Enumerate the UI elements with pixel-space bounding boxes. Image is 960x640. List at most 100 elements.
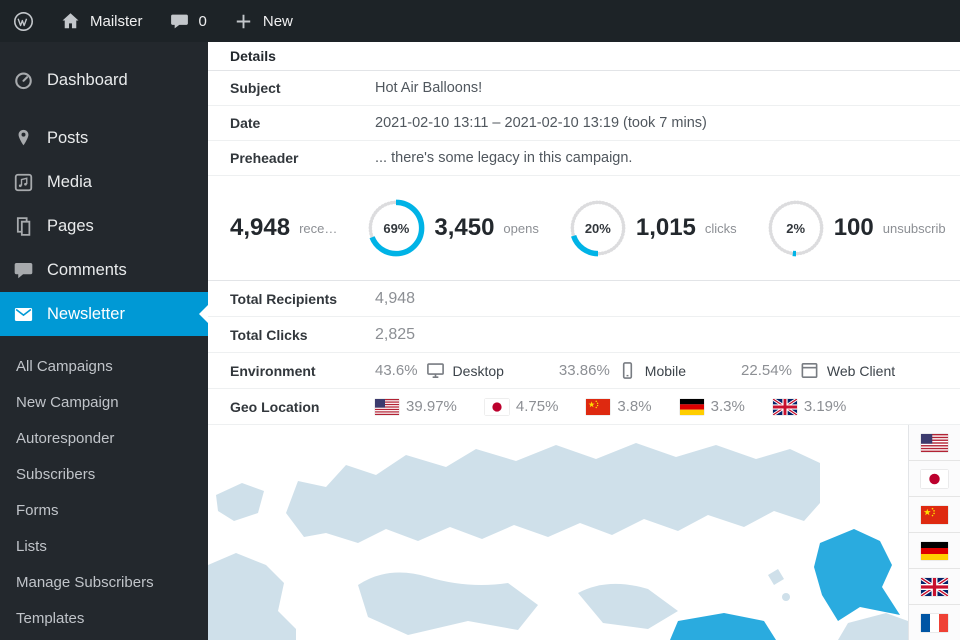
map-highlight-us xyxy=(670,613,776,640)
flag-de-icon xyxy=(679,398,704,415)
unsubscribes-percent: 2% xyxy=(786,220,806,236)
sidebar-item-label: Dashboard xyxy=(47,70,128,89)
flag-de-icon xyxy=(921,541,948,560)
map-highlight-alaska xyxy=(814,529,900,621)
unsubscribes-label: unsubscrib xyxy=(882,220,946,236)
clicks-donut-chart: 20% xyxy=(569,199,627,257)
site-name: Mailster xyxy=(90,12,143,30)
row-label: Preheader xyxy=(230,150,299,166)
total-clicks-value: 2,825 xyxy=(375,325,416,343)
opens-label: opens xyxy=(503,220,539,236)
sidebar-item-label: Newsletter xyxy=(47,304,125,323)
geo-item-jp: 4.75% xyxy=(484,398,558,415)
legend-row-jp xyxy=(909,461,960,497)
sidebar-item-manage-subscribers[interactable]: Manage Subscribers xyxy=(0,564,208,600)
environment-web-client: 22.54% Web Client xyxy=(741,361,895,380)
subject-row: Subject Hot Air Balloons! xyxy=(208,71,960,106)
opens-percent: 69% xyxy=(383,220,410,236)
total-clicks-row: Total Clicks 2,825 xyxy=(208,317,960,353)
environment-row: Environment 43.6% Desktop 33.86% Mobile xyxy=(208,353,960,389)
geo-map-section xyxy=(208,425,960,640)
submenu-label: All Campaigns xyxy=(16,357,113,375)
unsubscribes-count: 100 xyxy=(833,214,874,241)
browser-window-icon xyxy=(801,363,818,378)
sidebar-item-posts[interactable]: Posts xyxy=(0,116,208,160)
wordpress-menu-button[interactable] xyxy=(0,0,47,42)
flag-jp-icon xyxy=(921,469,948,488)
geo-legend-column xyxy=(908,425,960,640)
site-name-button[interactable]: Mailster xyxy=(47,0,156,42)
comment-bubble-icon xyxy=(170,14,188,28)
flag-gb-icon xyxy=(921,578,948,596)
row-label: Total Clicks xyxy=(230,326,308,343)
pin-icon xyxy=(18,129,29,145)
dashboard-icon xyxy=(15,72,32,89)
geo-item-cn: 3.8% xyxy=(586,398,652,415)
flag-fr-icon xyxy=(921,613,948,632)
sidebar-item-newsletter[interactable]: Newsletter xyxy=(0,292,208,336)
row-label: Total Recipients xyxy=(230,290,338,307)
panel-title: Details xyxy=(208,42,960,71)
geo-percent-cn: 3.8% xyxy=(617,398,652,415)
geo-percent-gb: 3.19% xyxy=(803,398,847,415)
submenu-label: Subscribers xyxy=(16,465,96,483)
submenu-label: Forms xyxy=(16,501,59,519)
submenu-label: New Campaign xyxy=(16,393,119,411)
sidebar-item-all-campaigns[interactable]: All Campaigns xyxy=(0,348,208,384)
desktop-percent: 43.6% xyxy=(375,362,418,379)
sidebar-item-media[interactable]: Media xyxy=(0,160,208,204)
subject-value: Hot Air Balloons! xyxy=(375,80,483,96)
sidebar-item-comments[interactable]: Comments xyxy=(0,248,208,292)
geo-location-row: Geo Location 39.97% 4.75% 3.8% 3.3% 3.19… xyxy=(208,389,960,425)
campaign-details-panel: Details Subject Hot Air Balloons! Date 2… xyxy=(208,42,960,640)
sidebar-item-label: Posts xyxy=(47,128,89,147)
wordpress-logo-icon xyxy=(13,11,34,31)
admin-bar: Mailster 0 New xyxy=(0,0,960,42)
flag-gb-icon xyxy=(773,399,797,415)
new-content-button[interactable]: New xyxy=(220,0,306,42)
home-icon xyxy=(62,12,79,28)
sidebar-item-lists[interactable]: Lists xyxy=(0,528,208,564)
submenu-label: Lists xyxy=(16,537,47,555)
world-map xyxy=(208,443,908,640)
environment-mobile: 33.86% Mobile xyxy=(559,361,686,380)
stat-opens: 69% 3,450 opens xyxy=(367,199,539,257)
environment-desktop: 43.6% Desktop xyxy=(375,361,504,380)
opens-donut-chart: 69% xyxy=(367,199,425,257)
flag-cn-icon xyxy=(586,398,611,415)
date-row: Date 2021-02-10 13:11 – 2021-02-10 13:19… xyxy=(208,106,960,141)
mobile-percent: 33.86% xyxy=(558,362,610,379)
flag-cn-icon xyxy=(921,505,948,524)
flag-us-icon xyxy=(921,433,948,452)
sidebar-item-autoresponder[interactable]: Autoresponder xyxy=(0,420,208,456)
legend-row-de xyxy=(909,533,960,569)
legend-row-cn xyxy=(909,497,960,533)
sidebar-item-dashboard[interactable]: Dashboard xyxy=(0,58,208,102)
mobile-label: Mobile xyxy=(644,362,687,379)
flag-us-icon xyxy=(375,398,399,415)
comments-icon xyxy=(14,262,33,278)
clicks-label: clicks xyxy=(704,220,737,236)
preheader-value: ... there's some legacy in this campaign… xyxy=(375,150,633,166)
clicks-count: 1,015 xyxy=(635,214,696,241)
sidebar-item-subscribers[interactable]: Subscribers xyxy=(0,456,208,492)
sidebar-item-templates[interactable]: Templates xyxy=(0,600,208,636)
sidebar-item-pages[interactable]: Pages xyxy=(0,204,208,248)
total-recipients-value: 4,948 xyxy=(375,289,416,307)
row-label: Environment xyxy=(230,362,316,379)
stat-unsubscribes: 2% 100 unsubscrib xyxy=(767,199,946,257)
unsubscribes-donut-chart: 2% xyxy=(767,199,825,257)
row-label: Date xyxy=(230,115,261,131)
total-recipients-row: Total Recipients 4,948 xyxy=(208,281,960,317)
sidebar-item-forms[interactable]: Forms xyxy=(0,492,208,528)
plus-icon xyxy=(236,14,251,28)
comments-button[interactable]: 0 xyxy=(156,0,220,42)
submenu-label: Manage Subscribers xyxy=(16,573,154,591)
admin-menu: Dashboard Posts Media Pages Comments New… xyxy=(0,42,208,636)
date-value: 2021-02-10 13:11 – 2021-02-10 13:19 (too… xyxy=(375,115,707,131)
submenu-label: Templates xyxy=(16,609,85,627)
geo-percent-us: 39.97% xyxy=(406,398,457,415)
opens-count: 3,450 xyxy=(434,214,495,241)
row-label: Geo Location xyxy=(230,398,320,415)
sidebar-item-new-campaign[interactable]: New Campaign xyxy=(0,384,208,420)
